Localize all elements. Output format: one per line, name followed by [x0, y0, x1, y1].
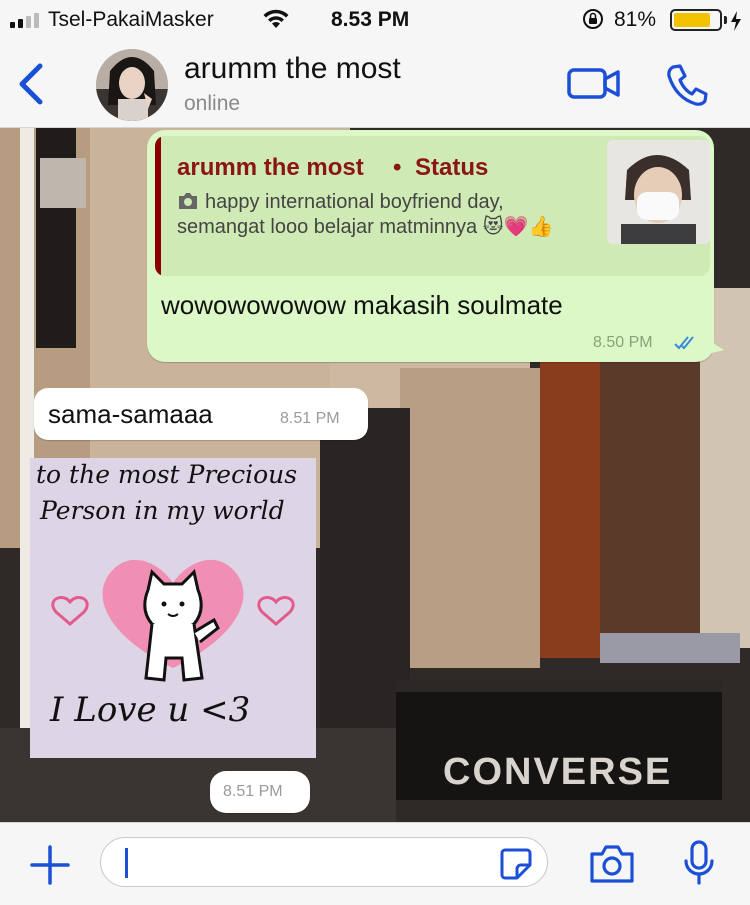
battery-cap [724, 16, 727, 24]
quote-separator: • [393, 154, 402, 181]
sticker-text-line1: to the most Precious [36, 460, 298, 489]
bubble-tail [708, 340, 724, 354]
charging-bolt-icon [731, 11, 741, 31]
quoted-status[interactable]: arumm the most • Status happy internatio… [155, 136, 710, 276]
incoming-message-bubble[interactable]: sama-samaaa 8.51 PM [34, 388, 368, 440]
svg-text:CONVERSE: CONVERSE [443, 751, 672, 793]
microphone-icon[interactable] [682, 839, 716, 887]
carrier-name: Tsel-PakaiMasker [48, 8, 214, 31]
quote-label: Status [415, 154, 489, 181]
chevron-left-icon[interactable] [14, 62, 48, 106]
battery-fill [674, 13, 710, 27]
chat-header: arumm the most online [0, 40, 750, 128]
sticker-message[interactable]: to the most Precious Person in my world … [30, 458, 316, 758]
message-time: 8.51 PM [223, 783, 283, 800]
quote-accent-bar [155, 136, 161, 276]
chat-area[interactable]: CONVERSE arumm the most • Status happy i… [0, 128, 750, 822]
signal-icon [10, 13, 39, 28]
sticker-time-pill: 8.51 PM [210, 771, 310, 813]
video-camera-icon[interactable] [566, 62, 622, 104]
message-input[interactable] [100, 837, 548, 887]
plus-icon[interactable] [28, 843, 72, 887]
input-bar [0, 822, 750, 905]
text-caret [125, 848, 128, 878]
phone-icon[interactable] [664, 62, 710, 108]
cat-heart-drawing [51, 559, 295, 682]
camera-icon[interactable] [588, 843, 636, 885]
outgoing-message-bubble[interactable]: arumm the most • Status happy internatio… [147, 130, 714, 362]
battery-percent: 81% [614, 8, 657, 31]
sticker-text-line2: Person in my world [40, 496, 285, 525]
quote-author: arumm the most [177, 154, 364, 181]
wifi-icon [263, 9, 289, 28]
message-text: sama-samaaa [48, 399, 213, 429]
sticker-text-line3: I Love u <3 [50, 690, 251, 730]
status-thumbnail [607, 140, 710, 244]
quote-text: happy international boyfriend day, seman… [177, 191, 554, 238]
orientation-lock-icon [583, 9, 603, 29]
avatar-image [96, 49, 168, 121]
double-check-icon [674, 336, 694, 350]
status-bar: Tsel-PakaiMasker 8.53 PM 81% [0, 0, 750, 40]
sticker-icon[interactable] [499, 847, 533, 881]
contact-status: online [184, 92, 241, 115]
clock: 8.53 PM [331, 8, 410, 31]
message-time: 8.50 PM [593, 334, 653, 351]
message-time: 8.51 PM [280, 410, 340, 427]
message-text: wowowowowow makasih soulmate [161, 290, 563, 320]
contact-name[interactable]: arumm the most [184, 52, 401, 86]
battery-icon [670, 9, 722, 31]
avatar[interactable] [96, 49, 168, 121]
